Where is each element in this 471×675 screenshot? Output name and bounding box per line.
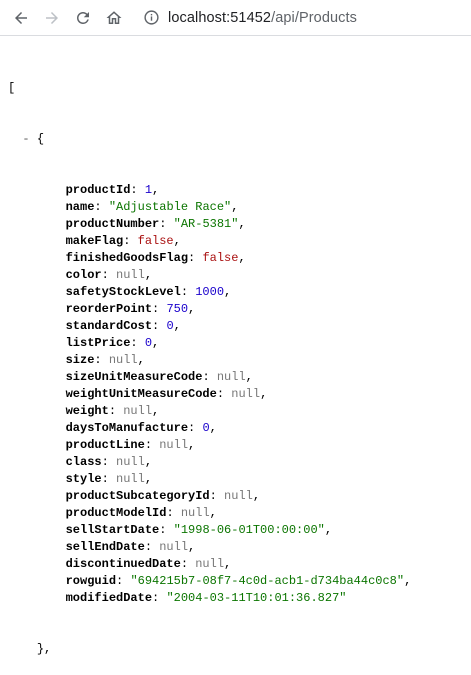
json-field-row: makeFlag: false,	[65, 234, 181, 248]
json-field-row: weight: null,	[65, 404, 160, 418]
json-value: null	[159, 540, 189, 554]
json-value: "Adjustable Race"	[108, 200, 232, 214]
json-key: class	[65, 455, 102, 469]
json-key: name	[65, 200, 95, 214]
home-icon	[106, 10, 122, 24]
json-field-row: modifiedDate: "2004-03-11T10:01:36.827"	[65, 591, 347, 605]
json-field-row: size: null,	[65, 353, 145, 367]
json-field-row: safetyStockLevel: 1000,	[65, 285, 232, 299]
json-field-row: listPrice: 0,	[65, 336, 160, 350]
json-value: null	[116, 455, 145, 469]
json-array-open: [	[8, 81, 16, 95]
json-object-close: },	[36, 642, 52, 656]
reload-icon	[77, 11, 89, 24]
json-field-row: daysToManufacture: 0,	[65, 421, 217, 435]
json-field-row: sellStartDate: "1998-06-01T00:00:00",	[65, 523, 333, 537]
json-value: null	[159, 438, 189, 452]
url-path: /api/Products	[271, 9, 358, 26]
json-field-row: reorderPoint: 750,	[65, 302, 196, 316]
json-key: makeFlag	[65, 234, 124, 248]
json-key: discontinuedDate	[65, 557, 181, 571]
json-field-row: name: "Adjustable Race",	[65, 200, 239, 214]
reload-button[interactable]	[68, 3, 98, 33]
json-key: standardCost	[65, 319, 153, 333]
json-field-row: productNumber: "AR-5381",	[65, 217, 246, 231]
json-object-fields: productId: 1, name: "Adjustable Race", p…	[8, 182, 471, 607]
json-key: productSubcategoryId	[65, 489, 210, 503]
json-value: null	[116, 268, 145, 282]
json-value: 0	[166, 319, 174, 333]
browser-toolbar: localhost:51452/api/Products	[0, 0, 471, 36]
json-value: "694215b7-08f7-4c0d-acb1-d734ba44c0c8"	[130, 574, 405, 588]
json-key: productLine	[65, 438, 145, 452]
json-viewer: [ - { productId: 1, name: "Adjustable Ra…	[0, 36, 471, 675]
json-key: color	[65, 268, 102, 282]
json-key: safetyStockLevel	[65, 285, 181, 299]
json-key: listPrice	[65, 336, 131, 350]
forward-button[interactable]	[37, 3, 67, 33]
json-value: false	[137, 234, 174, 248]
json-field-row: rowguid: "694215b7-08f7-4c0d-acb1-d734ba…	[65, 574, 412, 588]
json-key: modifiedDate	[65, 591, 153, 605]
json-value: null	[231, 387, 261, 401]
json-key: sellEndDate	[65, 540, 145, 554]
json-object-open: - {	[22, 132, 45, 146]
json-value: null	[108, 353, 138, 367]
json-value: "2004-03-11T10:01:36.827"	[166, 591, 347, 605]
json-key: sizeUnitMeasureCode	[65, 370, 203, 384]
json-field-row: color: null,	[65, 268, 153, 282]
json-key: size	[65, 353, 95, 367]
json-value: 1	[144, 183, 153, 197]
json-value: null	[116, 472, 145, 486]
json-value: null	[216, 370, 246, 384]
json-field-row: discontinuedDate: null,	[65, 557, 232, 571]
json-field-row: sellEndDate: null,	[65, 540, 196, 554]
json-value: 0	[202, 421, 210, 435]
json-field-row: productSubcategoryId: null,	[65, 489, 261, 503]
json-value: null	[123, 404, 153, 418]
back-arrow-icon	[15, 11, 27, 24]
address-bar[interactable]: localhost:51452/api/Products	[138, 3, 471, 33]
json-key: reorderPoint	[65, 302, 153, 316]
json-value: "1998-06-01T00:00:00"	[173, 523, 325, 537]
json-value: null	[224, 489, 253, 503]
back-button[interactable]	[6, 3, 36, 33]
collapse-toggle[interactable]: -	[22, 132, 29, 146]
url-text[interactable]: localhost:51452/api/Products	[168, 10, 357, 26]
json-value: 0	[144, 336, 153, 350]
json-value: null	[180, 506, 210, 520]
json-key: finishedGoodsFlag	[65, 251, 189, 265]
json-field-row: class: null,	[65, 455, 153, 469]
site-info-icon[interactable]	[140, 7, 162, 29]
json-field-row: style: null,	[65, 472, 153, 486]
url-host: localhost:51452	[168, 9, 272, 26]
json-field-row: weightUnitMeasureCode: null,	[65, 387, 268, 401]
json-key: weight	[65, 404, 109, 418]
json-key: style	[65, 472, 102, 486]
json-field-row: productId: 1,	[65, 183, 160, 197]
json-key: productNumber	[65, 217, 160, 231]
home-button[interactable]	[99, 3, 129, 33]
json-key: sellStartDate	[65, 523, 160, 537]
json-field-row: productModelId: null,	[65, 506, 217, 520]
json-value: "AR-5381"	[173, 217, 239, 231]
forward-arrow-icon	[46, 11, 58, 24]
json-field-row: standardCost: 0,	[65, 319, 181, 333]
json-field-row: sizeUnitMeasureCode: null,	[65, 370, 253, 384]
json-value: 1000	[195, 285, 225, 299]
json-key: daysToManufacture	[65, 421, 189, 435]
json-value: false	[202, 251, 239, 265]
json-field-row: productLine: null,	[65, 438, 196, 452]
json-key: weightUnitMeasureCode	[65, 387, 217, 401]
json-key: productModelId	[65, 506, 167, 520]
json-field-row: finishedGoodsFlag: false,	[65, 251, 246, 265]
json-key: productId	[65, 183, 131, 197]
json-value: null	[195, 557, 225, 571]
json-value: 750	[166, 302, 189, 316]
json-key: rowguid	[65, 574, 117, 588]
